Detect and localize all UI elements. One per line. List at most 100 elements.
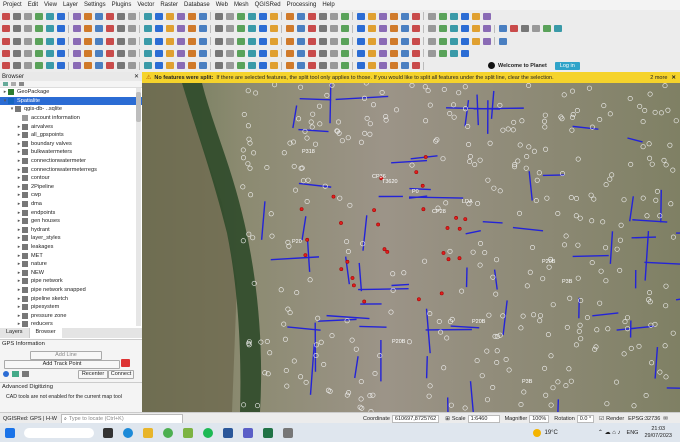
toolbar-tool-icon[interactable] xyxy=(225,12,234,20)
toolbar-tool-icon[interactable] xyxy=(411,25,420,32)
toolbar-tool-icon[interactable] xyxy=(83,25,92,32)
toolbar-tool-icon[interactable] xyxy=(356,25,365,32)
toolbar-tool-icon[interactable] xyxy=(400,25,409,32)
toolbar-tool-icon[interactable] xyxy=(187,37,196,45)
toolbar-tool-icon[interactable] xyxy=(378,37,387,45)
toolbar-tool-icon[interactable] xyxy=(438,12,447,20)
menu-mesh[interactable]: Mesh xyxy=(231,2,252,8)
toolbar-tool-icon[interactable] xyxy=(165,12,174,20)
toolbar-tool-icon[interactable] xyxy=(269,12,278,20)
toolbar-tool-icon[interactable] xyxy=(449,25,458,32)
toolbar-tool-icon[interactable] xyxy=(187,62,196,69)
toolbar-tool-icon[interactable] xyxy=(460,49,469,57)
toolbar-tool-icon[interactable] xyxy=(225,62,234,69)
toolbar-tool-icon[interactable] xyxy=(356,62,365,69)
tab-browser[interactable]: Browser xyxy=(29,328,62,338)
toolbar-tool-icon[interactable] xyxy=(116,49,125,57)
toolbar-tool-icon[interactable] xyxy=(12,25,21,32)
toolbar-tool-icon[interactable] xyxy=(329,37,338,45)
toolbar-tool-icon[interactable] xyxy=(367,25,376,32)
toolbar-tool-icon[interactable] xyxy=(56,62,65,69)
toolbar-tool-icon[interactable] xyxy=(72,37,81,45)
toolbar-tool-icon[interactable] xyxy=(116,37,125,45)
tree-item[interactable]: ▸ pipe network snapped xyxy=(0,286,142,295)
toolbar-tool-icon[interactable] xyxy=(1,62,10,69)
toolbar-tool-icon[interactable] xyxy=(498,37,507,45)
toolbar-tool-icon[interactable] xyxy=(154,25,163,32)
toolbar-tool-icon[interactable] xyxy=(460,37,469,45)
render-checkbox[interactable]: ☑ xyxy=(599,416,604,422)
toolbar-tool-icon[interactable] xyxy=(269,62,278,69)
toolbar-tool-icon[interactable] xyxy=(12,62,21,69)
toolbar-tool-icon[interactable] xyxy=(198,49,207,57)
toolbar-tool-icon[interactable] xyxy=(411,62,420,69)
tree-item[interactable]: ▸ MET xyxy=(0,251,142,260)
toolbar-tool-icon[interactable] xyxy=(553,25,562,32)
edge-icon[interactable] xyxy=(123,427,133,438)
toolbar-tool-icon[interactable] xyxy=(23,49,32,57)
toolbar-tool-icon[interactable] xyxy=(400,62,409,69)
toolbar-tool-icon[interactable] xyxy=(285,25,294,32)
toolbar-tool-icon[interactable] xyxy=(72,49,81,57)
toolbar-tool-icon[interactable] xyxy=(45,49,54,57)
toolbar-tool-icon[interactable] xyxy=(285,62,294,69)
toolbar-tool-icon[interactable] xyxy=(258,62,267,69)
toolbar-tool-icon[interactable] xyxy=(225,37,234,45)
spotify-icon[interactable] xyxy=(203,427,213,438)
toolbar-tool-icon[interactable] xyxy=(498,25,507,32)
toolbar-tool-icon[interactable] xyxy=(482,37,491,45)
toolbar-tool-icon[interactable] xyxy=(236,49,245,57)
toolbar-tool-icon[interactable] xyxy=(225,25,234,32)
toolbar-tool-icon[interactable] xyxy=(45,37,54,45)
toolbar-tool-icon[interactable] xyxy=(34,49,43,57)
toolbar-tool-icon[interactable] xyxy=(45,62,54,69)
toolbar-tool-icon[interactable] xyxy=(214,37,223,45)
toolbar-tool-icon[interactable] xyxy=(94,49,103,57)
toolbar-tool-icon[interactable] xyxy=(214,25,223,32)
toolbar-tool-icon[interactable] xyxy=(165,49,174,57)
tree-item[interactable]: ▸ pipeline sketch xyxy=(0,294,142,303)
toolbar-tool-icon[interactable] xyxy=(143,37,152,45)
tree-item[interactable]: ▸ contour xyxy=(0,174,142,183)
toolbar-tool-icon[interactable] xyxy=(247,12,256,20)
tree-item[interactable]: ▸ airvalves xyxy=(0,122,142,131)
tree-item[interactable]: ▸ nature xyxy=(0,260,142,269)
toolbar-tool-icon[interactable] xyxy=(56,25,65,32)
scrollbar-thumb[interactable] xyxy=(136,92,141,122)
toolbar-tool-icon[interactable] xyxy=(329,49,338,57)
map-canvas[interactable]: P318 CP36 CP28 T3620 P20 P20B P0 LDA P20B P20B P3B… xyxy=(142,83,680,412)
scale-value[interactable]: 1:6460 xyxy=(467,414,500,423)
toolbar-tool-icon[interactable] xyxy=(296,62,305,69)
toolbar-tool-icon[interactable] xyxy=(116,25,125,32)
toolbar-tool-icon[interactable] xyxy=(72,62,81,69)
toolbar-tool-icon[interactable] xyxy=(83,49,92,57)
toolbar-tool-icon[interactable] xyxy=(176,25,185,32)
toolbar-tool-icon[interactable] xyxy=(72,25,81,32)
gps-info-icon[interactable] xyxy=(3,371,9,377)
toolbar-tool-icon[interactable] xyxy=(154,12,163,20)
toolbar-tool-icon[interactable] xyxy=(460,12,469,20)
toolbar-tool-icon[interactable] xyxy=(34,62,43,69)
menu-layer[interactable]: Layer xyxy=(60,2,81,8)
toolbar-tool-icon[interactable] xyxy=(296,37,305,45)
toolbar-tool-icon[interactable] xyxy=(56,49,65,57)
toolbar-tool-icon[interactable] xyxy=(143,25,152,32)
tree-item[interactable]: ▸ leakages xyxy=(0,243,142,252)
toolbar-tool-icon[interactable] xyxy=(340,37,349,45)
toolbar-tool-icon[interactable] xyxy=(143,49,152,57)
toolbar-tool-icon[interactable] xyxy=(176,37,185,45)
toolbar-tool-icon[interactable] xyxy=(105,37,114,45)
toolbar-tool-icon[interactable] xyxy=(296,49,305,57)
start-icon[interactable] xyxy=(5,427,15,438)
toolbar-tool-icon[interactable] xyxy=(296,12,305,20)
toolbar-tool-icon[interactable] xyxy=(318,37,327,45)
search-input-wrap[interactable]: ⌕ Type to locate (Ctrl+K) xyxy=(61,413,183,424)
toolbar-tool-icon[interactable] xyxy=(1,12,10,20)
toolbar-tool-icon[interactable] xyxy=(400,49,409,57)
toolbar-tool-icon[interactable] xyxy=(94,12,103,20)
close-icon[interactable]: ✕ xyxy=(134,73,142,80)
toolbar-tool-icon[interactable] xyxy=(1,49,10,57)
toolbar-tool-icon[interactable] xyxy=(83,37,92,45)
tree-item[interactable]: ▸ gen houses xyxy=(0,217,142,226)
tree-item[interactable]: ▸ hydrant xyxy=(0,226,142,235)
